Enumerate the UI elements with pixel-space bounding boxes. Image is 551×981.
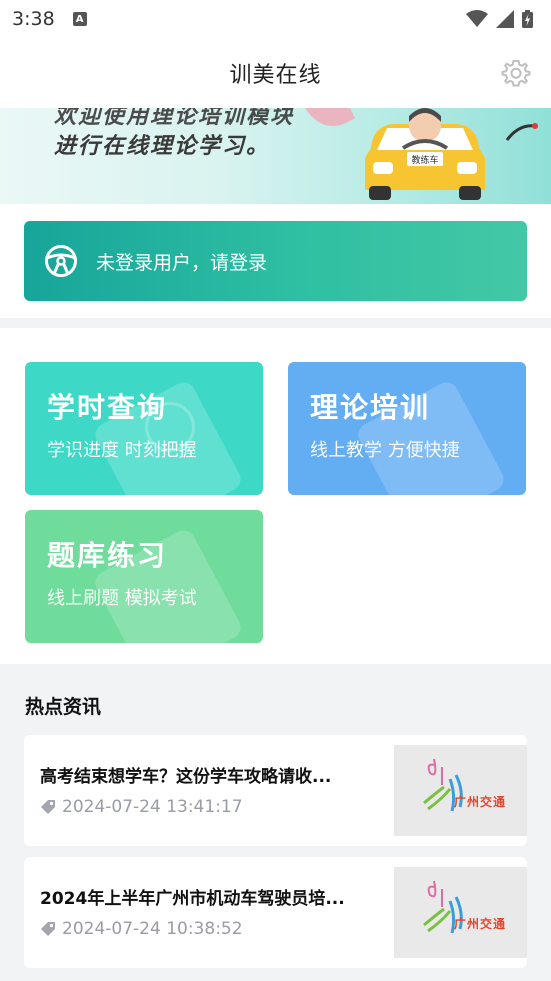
car-plate-text: 教练车 — [411, 154, 438, 166]
tile-title: 理论培训 — [310, 391, 431, 424]
thumbnail-text: 广州交通 — [454, 917, 507, 931]
banner[interactable]: 欢迎使用理论培训模块 进行在线理论学习。 教练车 — [0, 108, 551, 204]
tile-question-bank[interactable]: 题库练习 线上刷题 模拟考试 — [25, 510, 263, 643]
news-heading: 热点资讯 — [25, 696, 102, 718]
tile-title: 题库练习 — [47, 539, 168, 572]
tag-icon — [41, 922, 55, 936]
status-bar: 3:38 A — [0, 0, 551, 38]
tag-icon — [41, 800, 55, 814]
guangzhou-transport-logo-icon — [423, 880, 463, 934]
steering-wheel-icon — [45, 245, 77, 277]
login-text: 未登录用户，请登录 — [96, 251, 268, 274]
news-time: 2024-07-24 13:41:17 — [62, 797, 243, 817]
tile-subtitle: 线上教学 方便快捷 — [310, 440, 460, 461]
banner-line-1: 欢迎使用理论培训模块 — [54, 108, 295, 129]
news-item[interactable]: 高考结束想学车？这份学车攻略请收... 2024-07-24 13:41:17 … — [24, 735, 527, 846]
news-time: 2024-07-24 10:38:52 — [62, 919, 243, 939]
news-thumbnail: 广州交通 — [394, 745, 527, 836]
news-meta: 2024-07-24 10:38:52 — [40, 919, 243, 939]
tile-subtitle: 线上刷题 模拟考试 — [47, 588, 197, 609]
signal-icon — [496, 10, 514, 28]
news-title: 2024年上半年广州市机动车驾驶员培... — [40, 889, 345, 909]
login-button[interactable]: 未登录用户，请登录 — [24, 221, 527, 301]
tile-title: 学时查询 — [47, 391, 168, 424]
car-icon: 教练车 — [365, 108, 485, 200]
banner-ribbon-icon — [305, 108, 355, 126]
tile-study-hours[interactable]: 学时查询 学识进度 时刻把握 — [25, 362, 263, 495]
news-title: 高考结束想学车？这份学车攻略请收... — [40, 767, 332, 787]
news-item[interactable]: 2024年上半年广州市机动车驾驶员培... 2024-07-24 10:38:5… — [24, 857, 527, 968]
thumbnail-text: 广州交通 — [454, 795, 507, 809]
app-header: 训美在线 — [0, 38, 551, 108]
guangzhou-transport-logo-icon — [423, 758, 463, 812]
news-thumbnail: 广州交通 — [394, 867, 527, 958]
tile-theory-training[interactable]: 理论培训 线上教学 方便快捷 — [288, 362, 526, 495]
battery-icon — [522, 10, 533, 28]
status-icons — [466, 10, 533, 28]
gear-icon[interactable] — [501, 58, 531, 88]
status-time: 3:38 — [12, 8, 55, 30]
banner-whistle-icon — [505, 123, 538, 141]
page-title: 训美在线 — [229, 63, 322, 88]
wifi-icon — [466, 10, 488, 27]
banner-line-2: 进行在线理论学习。 — [54, 134, 271, 159]
news-meta: 2024-07-24 13:41:17 — [40, 797, 243, 817]
notification-a-icon: A — [72, 12, 87, 26]
tile-subtitle: 学识进度 时刻把握 — [47, 440, 197, 461]
coach-car-illustration: 教练车 — [357, 108, 493, 202]
